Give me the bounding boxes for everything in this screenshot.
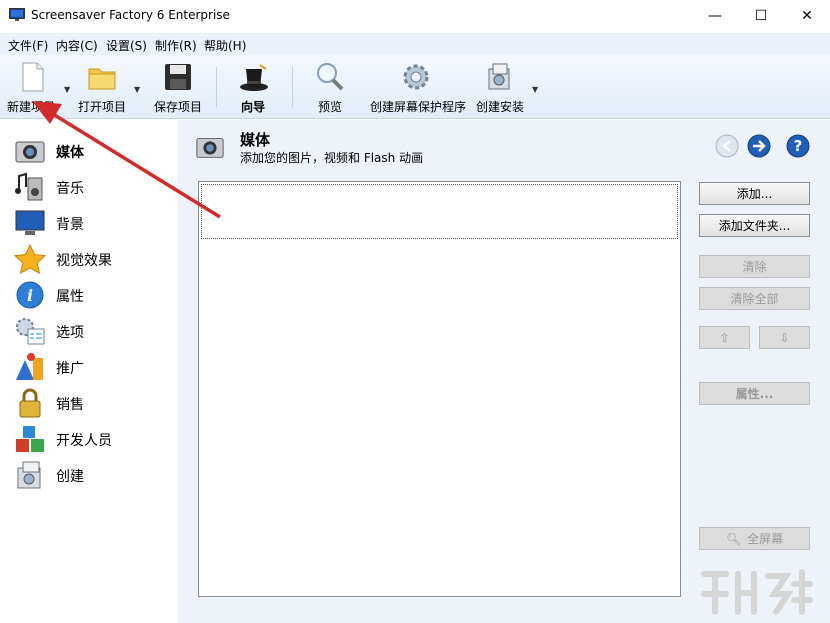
camera-icon xyxy=(15,141,45,163)
save-project-label: 保存项目 xyxy=(154,100,203,114)
sidebar-item-media[interactable]: 媒体 xyxy=(14,136,174,166)
magnifier-icon xyxy=(317,63,344,91)
sidebar-item-promotion[interactable]: 推广 xyxy=(14,352,174,382)
open-project-label: 打开项目 xyxy=(78,100,127,114)
close-button[interactable]: ✕ xyxy=(784,0,830,31)
magnifier-icon: 🔍︎ xyxy=(725,531,742,546)
save-project-button[interactable]: 保存项目 xyxy=(150,59,208,115)
sidebar-item-label: 选项 xyxy=(56,325,84,341)
music-speaker-icon xyxy=(15,172,43,201)
maximize-button[interactable]: ☐ xyxy=(738,0,784,31)
folder-icon xyxy=(88,68,116,90)
menu-settings[interactable]: 设置(S) xyxy=(106,37,147,54)
new-project-label: 新建项目 xyxy=(7,100,56,114)
page-subtitle: 添加您的图片，视频和 Flash 动画 xyxy=(240,151,424,165)
dropdown-arrow-icon[interactable]: ▼ xyxy=(134,85,140,94)
clear-button[interactable]: 清除 xyxy=(699,255,810,278)
add-button[interactable]: 添加... xyxy=(699,182,810,205)
sidebar-item-visual-effects[interactable]: 视觉效果 xyxy=(14,244,174,274)
page-title: 媒体 xyxy=(240,131,271,149)
preview-button[interactable]: 预览 xyxy=(304,59,356,115)
sidebar-item-label: 属性 xyxy=(56,289,84,305)
minimize-button[interactable]: — xyxy=(692,0,738,31)
options-gear-icon xyxy=(16,318,45,345)
open-project-button[interactable]: ▼ 打开项目 xyxy=(74,59,146,115)
toolbar-separator xyxy=(292,67,293,107)
info-icon: i xyxy=(16,281,44,309)
forward-arrow-icon[interactable] xyxy=(747,134,771,158)
padlock-icon xyxy=(19,388,41,418)
sidebar-item-label: 音乐 xyxy=(56,181,84,197)
move-down-button[interactable]: ⇩ xyxy=(759,326,810,349)
sidebar-item-label: 创建 xyxy=(56,469,84,485)
create-installer-button[interactable]: ▼ 创建安装 xyxy=(474,59,540,115)
sidebar-item-label: 媒体 xyxy=(56,145,84,161)
create-screensaver-button[interactable]: 创建屏幕保护程序 xyxy=(366,59,470,115)
clear-all-button[interactable]: 清除全部 xyxy=(699,287,810,310)
cubes-icon xyxy=(16,426,44,452)
add-folder-button[interactable]: 添加文件夹... xyxy=(699,214,810,237)
create-screensaver-label: 创建屏幕保护程序 xyxy=(370,100,467,114)
gear-icon xyxy=(403,64,429,90)
wizard-button[interactable]: 向导 xyxy=(226,59,282,115)
toolbar: ▼ 新建项目 ▼ 打开项目 保存项目 向导 预览 创建屏幕保护程序 ▼ 创建安装 xyxy=(0,55,830,119)
dropdown-arrow-icon[interactable]: ▼ xyxy=(64,85,70,94)
content-panel: 媒体 添加您的图片，视频和 Flash 动画 ? 添加... 添加文件夹... … xyxy=(178,120,830,623)
svg-text:i: i xyxy=(27,286,33,305)
svg-text:?: ? xyxy=(794,137,803,155)
wizard-label: 向导 xyxy=(241,100,266,114)
sidebar-item-properties[interactable]: i 属性 xyxy=(14,280,174,310)
sidebar-item-developer[interactable]: 开发人员 xyxy=(14,424,174,454)
installer-package-icon xyxy=(488,63,510,90)
sidebar-item-options[interactable]: 选项 xyxy=(14,316,174,346)
create-installer-label: 创建安装 xyxy=(476,100,525,114)
list-item[interactable] xyxy=(201,184,678,239)
promo-shapes-icon xyxy=(16,353,43,380)
magic-hat-icon xyxy=(240,64,268,91)
sidebar-item-background[interactable]: 背景 xyxy=(14,208,174,238)
camera-icon xyxy=(196,138,224,158)
build-package-icon xyxy=(17,461,41,489)
watermark-logo xyxy=(701,569,813,615)
title-bar: Screensaver Factory 6 Enterprise — ☐ ✕ xyxy=(0,0,830,31)
sidebar: 媒体 音乐 背景 视觉效果 i 属性 选项 推广 销售 开发人员 创建 xyxy=(0,120,178,623)
back-arrow-icon[interactable] xyxy=(715,134,739,158)
sidebar-item-label: 背景 xyxy=(56,217,84,233)
move-up-button[interactable]: ⇧ xyxy=(699,326,750,349)
menu-help[interactable]: 帮助(H) xyxy=(204,37,246,54)
floppy-disk-icon xyxy=(165,64,191,90)
sidebar-item-label: 推广 xyxy=(56,361,84,377)
sidebar-item-label: 视觉效果 xyxy=(56,253,112,269)
new-project-button[interactable]: ▼ 新建项目 xyxy=(0,59,72,115)
app-monitor-icon xyxy=(9,8,25,21)
properties-button[interactable]: 属性... xyxy=(699,382,810,405)
sidebar-item-build[interactable]: 创建 xyxy=(14,460,174,490)
preview-label: 预览 xyxy=(318,100,343,114)
dropdown-arrow-icon[interactable]: ▼ xyxy=(532,85,538,94)
new-document-icon xyxy=(22,62,44,92)
fullscreen-label: 全屏幕 xyxy=(747,532,784,546)
menu-file[interactable]: 文件(F) xyxy=(8,37,48,54)
toolbar-separator xyxy=(216,67,217,107)
fullscreen-button[interactable]: 🔍︎ 全屏幕 xyxy=(699,527,810,550)
sidebar-item-label: 销售 xyxy=(56,397,84,413)
menu-make[interactable]: 制作(R) xyxy=(155,37,197,54)
monitor-icon xyxy=(15,210,45,235)
menu-content[interactable]: 内容(C) xyxy=(56,37,98,54)
menu-bar: 文件(F) 内容(C) 设置(S) 制作(R) 帮助(H) xyxy=(0,33,830,55)
sidebar-item-sales[interactable]: 销售 xyxy=(14,388,174,418)
star-icon xyxy=(14,244,46,274)
sidebar-item-music[interactable]: 音乐 xyxy=(14,172,174,202)
sidebar-item-label: 开发人员 xyxy=(56,433,112,449)
window-title: Screensaver Factory 6 Enterprise xyxy=(31,8,230,22)
help-icon[interactable]: ? xyxy=(786,134,810,158)
media-list[interactable] xyxy=(198,181,681,597)
